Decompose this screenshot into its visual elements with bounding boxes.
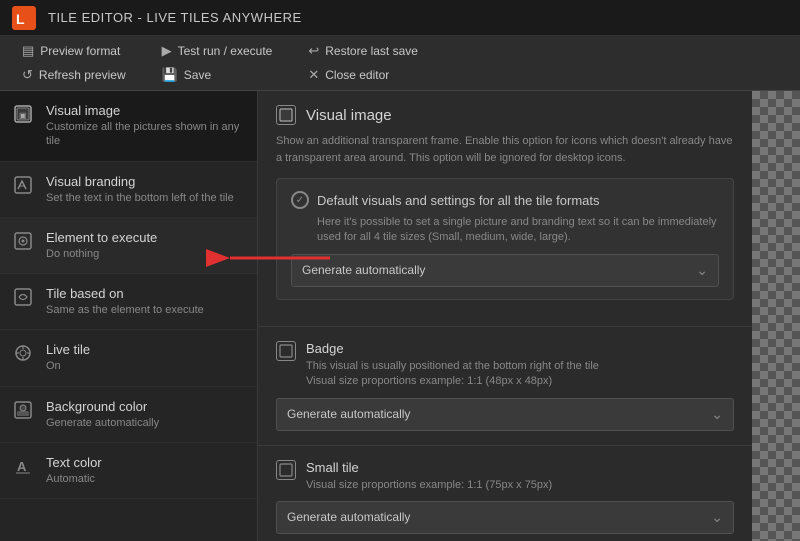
- badge-dropdown-text: Generate automatically: [287, 407, 410, 421]
- content-area: Visual image Show an additional transpar…: [258, 91, 752, 541]
- test-run-icon: ▶: [162, 43, 172, 59]
- sidebar-item-element-execute-content: Element to execute Do nothing: [46, 230, 243, 261]
- refresh-preview-button[interactable]: ↺ Refresh preview: [16, 64, 132, 86]
- default-visuals-dropdown[interactable]: Generate automatically ⌄: [291, 254, 719, 287]
- visual-image-section-description: Show an additional transparent frame. En…: [276, 133, 734, 166]
- small-tile-section-content: Small tile Visual size proportions examp…: [306, 460, 552, 493]
- default-visuals-dropdown-arrow: ⌄: [696, 262, 708, 279]
- refresh-preview-icon: ↺: [22, 67, 33, 83]
- tile-based-on-icon: [14, 288, 34, 308]
- sidebar-item-visual-image-title: Visual image: [46, 103, 243, 118]
- sidebar-item-visual-branding-title: Visual branding: [46, 174, 243, 189]
- sidebar-item-text-color[interactable]: A Text color Automatic: [0, 443, 257, 499]
- default-visuals-dropdown-text: Generate automatically: [302, 263, 425, 277]
- small-tile-section-header: Small tile Visual size proportions examp…: [276, 460, 734, 493]
- sidebar-item-visual-image-content: Visual image Customize all the pictures …: [46, 103, 243, 149]
- badge-dropdown-arrow: ⌄: [711, 406, 723, 423]
- sidebar-item-live-tile-title: Live tile: [46, 342, 243, 357]
- small-tile-section: Small tile Visual size proportions examp…: [258, 446, 752, 541]
- sidebar-item-text-color-title: Text color: [46, 455, 243, 470]
- sidebar-item-live-tile[interactable]: Live tile On: [0, 330, 257, 386]
- test-run-button[interactable]: ▶ Test run / execute: [156, 40, 279, 62]
- visual-image-icon: ▣: [14, 105, 34, 125]
- visual-branding-icon: [14, 176, 34, 196]
- preview-format-icon: ▤: [22, 43, 34, 59]
- toolbar-group-preview: ▤ Preview format ↺ Refresh preview: [16, 40, 132, 86]
- refresh-preview-label: Refresh preview: [39, 68, 126, 82]
- badge-section-title: Badge: [306, 341, 599, 356]
- sidebar-item-background-color[interactable]: Background color Generate automatically: [0, 387, 257, 443]
- small-tile-dropdown-text: Generate automatically: [287, 510, 410, 524]
- main-layout: ▣ Visual image Customize all the picture…: [0, 91, 800, 541]
- default-visuals-desc: Here it's possible to set a single pictu…: [317, 215, 719, 246]
- checkered-panel: [752, 91, 800, 541]
- sidebar-item-background-color-subtitle: Generate automatically: [46, 416, 243, 430]
- visual-image-section-title: Visual image: [306, 107, 392, 124]
- default-visuals-box: ✓ Default visuals and settings for all t…: [276, 178, 734, 300]
- sidebar-item-live-tile-content: Live tile On: [46, 342, 243, 373]
- restore-button[interactable]: ↩ Restore last save: [302, 40, 424, 62]
- default-visuals-title: Default visuals and settings for all the…: [317, 193, 600, 208]
- sidebar-item-tile-based-on-title: Tile based on: [46, 286, 243, 301]
- svg-text:L: L: [16, 11, 25, 27]
- small-tile-section-icon: [276, 460, 296, 480]
- sidebar-item-visual-image-subtitle: Customize all the pictures shown in any …: [46, 120, 243, 149]
- visual-image-section: Visual image Show an additional transpar…: [258, 91, 752, 327]
- sidebar-item-tile-based-on-subtitle: Same as the element to execute: [46, 303, 243, 317]
- small-tile-dropdown-arrow: ⌄: [711, 509, 723, 526]
- app-title: TILE EDITOR - LIVE TILES ANYWHERE: [48, 10, 302, 25]
- small-tile-section-title: Small tile: [306, 460, 552, 475]
- svg-text:▣: ▣: [19, 111, 27, 120]
- test-run-label: Test run / execute: [178, 44, 273, 58]
- sidebar-item-visual-branding[interactable]: Visual branding Set the text in the bott…: [0, 162, 257, 218]
- visual-image-section-icon: [276, 105, 296, 125]
- sidebar-item-background-color-title: Background color: [46, 399, 243, 414]
- sidebar-item-text-color-subtitle: Automatic: [46, 472, 243, 486]
- small-tile-dropdown[interactable]: Generate automatically ⌄: [276, 501, 734, 534]
- preview-format-button[interactable]: ▤ Preview format: [16, 40, 132, 62]
- sidebar-item-element-execute-subtitle: Do nothing: [46, 247, 243, 261]
- save-label: Save: [184, 68, 211, 82]
- restore-icon: ↩: [308, 43, 319, 59]
- sidebar-item-visual-branding-subtitle: Set the text in the bottom left of the t…: [46, 191, 243, 205]
- sidebar-item-element-to-execute[interactable]: Element to execute Do nothing: [0, 218, 257, 274]
- save-icon: 💾: [162, 67, 178, 83]
- check-circle-icon: ✓: [291, 191, 309, 209]
- live-tile-icon: [14, 344, 34, 364]
- default-visuals-header: ✓ Default visuals and settings for all t…: [291, 191, 719, 209]
- sidebar-item-visual-branding-content: Visual branding Set the text in the bott…: [46, 174, 243, 205]
- sidebar-item-element-execute-title: Element to execute: [46, 230, 243, 245]
- close-icon: ✕: [308, 67, 319, 83]
- badge-section-desc: This visual is usually positioned at the…: [306, 359, 599, 390]
- background-color-icon: [14, 401, 34, 421]
- toolbar: ▤ Preview format ↺ Refresh preview ▶ Tes…: [0, 36, 800, 91]
- badge-section-content: Badge This visual is usually positioned …: [306, 341, 599, 390]
- close-editor-button[interactable]: ✕ Close editor: [302, 64, 424, 86]
- badge-dropdown[interactable]: Generate automatically ⌄: [276, 398, 734, 431]
- text-color-icon: A: [14, 457, 34, 477]
- sidebar-item-background-color-content: Background color Generate automatically: [46, 399, 243, 430]
- preview-format-label: Preview format: [40, 44, 120, 58]
- sidebar-item-tile-based-on[interactable]: Tile based on Same as the element to exe…: [0, 274, 257, 330]
- app-logo: L: [12, 6, 36, 30]
- sidebar-item-text-color-content: Text color Automatic: [46, 455, 243, 486]
- restore-label: Restore last save: [325, 44, 418, 58]
- toolbar-group-execute: ▶ Test run / execute 💾 Save: [156, 40, 279, 86]
- badge-section-icon: [276, 341, 296, 361]
- toolbar-group-restore: ↩ Restore last save ✕ Close editor: [302, 40, 424, 86]
- save-button[interactable]: 💾 Save: [156, 64, 279, 86]
- sidebar-item-visual-image[interactable]: ▣ Visual image Customize all the picture…: [0, 91, 257, 162]
- close-editor-label: Close editor: [325, 68, 389, 82]
- title-bar: L TILE EDITOR - LIVE TILES ANYWHERE: [0, 0, 800, 36]
- badge-section-header: Badge This visual is usually positioned …: [276, 341, 734, 390]
- sidebar-item-tile-based-on-content: Tile based on Same as the element to exe…: [46, 286, 243, 317]
- sidebar: ▣ Visual image Customize all the picture…: [0, 91, 258, 541]
- visual-image-section-header: Visual image: [276, 105, 734, 125]
- sidebar-item-live-tile-subtitle: On: [46, 359, 243, 373]
- badge-section: Badge This visual is usually positioned …: [258, 327, 752, 446]
- small-tile-section-desc: Visual size proportions example: 1:1 (75…: [306, 478, 552, 493]
- svg-text:A: A: [17, 459, 27, 474]
- element-execute-icon: [14, 232, 34, 252]
